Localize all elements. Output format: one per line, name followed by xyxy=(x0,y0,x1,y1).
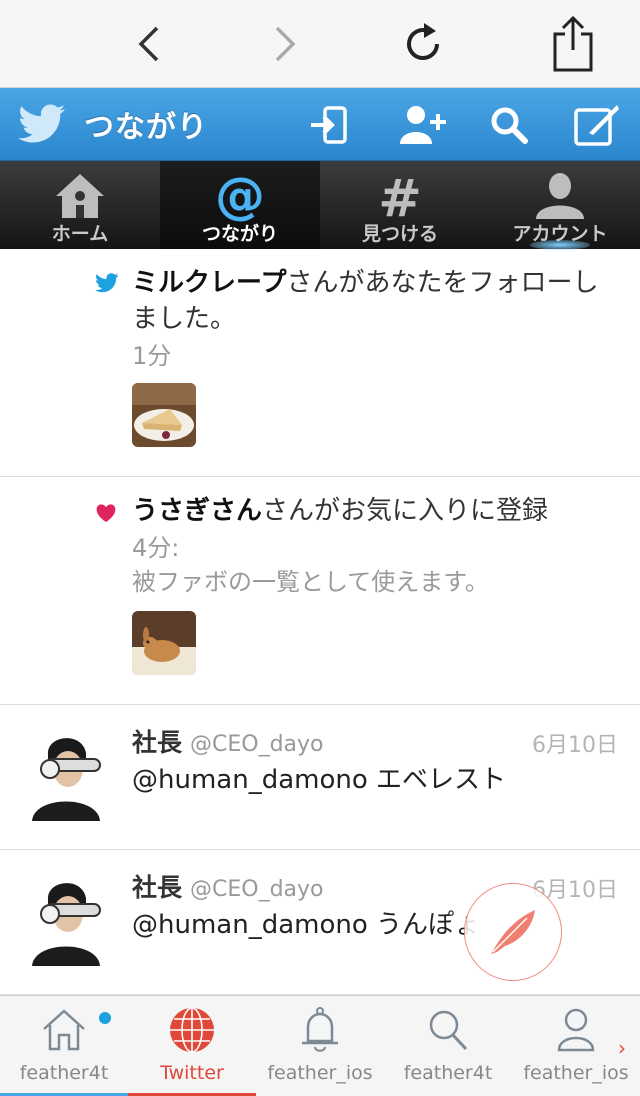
activity-time: 1分 xyxy=(132,342,172,370)
user-thumbnail[interactable] xyxy=(132,383,196,447)
compose-button[interactable] xyxy=(572,100,622,150)
author-handle: @CEO_dayo xyxy=(190,732,324,757)
tweet-author[interactable]: 社長 @CEO_dayo xyxy=(132,868,324,904)
svg-text:#: # xyxy=(378,172,422,220)
activity-user[interactable]: うさぎさん xyxy=(132,496,262,526)
at-icon: @ xyxy=(160,170,320,222)
add-user-icon xyxy=(400,106,446,144)
author-name: 社長 xyxy=(132,873,183,902)
login-icon xyxy=(311,106,347,144)
tab-connect-label: つながり xyxy=(201,223,278,245)
chevron-right-icon xyxy=(275,26,296,62)
hashtag-icon: # xyxy=(320,171,480,221)
browser-toolbar xyxy=(0,0,640,88)
user-thumbnail[interactable] xyxy=(132,611,196,675)
tweet-author[interactable]: 社長 @CEO_dayo xyxy=(132,723,324,759)
bottom-tab-label: feather4t xyxy=(403,1062,493,1084)
twitter-bird-icon xyxy=(18,104,66,148)
globe-icon xyxy=(128,1004,256,1056)
bottom-tab-feather4t-search[interactable]: feather4t xyxy=(384,996,512,1096)
add-user-button[interactable] xyxy=(398,100,448,150)
compose-icon xyxy=(574,105,619,146)
chevron-right-icon[interactable]: › xyxy=(618,1036,626,1060)
chevron-left-icon xyxy=(138,26,159,62)
twitter-bird-icon xyxy=(95,273,119,297)
tweet-date: 6月10日 xyxy=(532,733,618,758)
tweet-text: @human_damono エベレスト xyxy=(132,765,507,795)
login-button[interactable] xyxy=(304,100,354,150)
activity-text: うさぎさんさんがお気に入りに登録 xyxy=(132,493,622,529)
bottom-tab-label: feather_ios xyxy=(523,1062,629,1084)
home-outline-icon xyxy=(0,1004,128,1056)
bottom-tab-twitter[interactable]: Twitter xyxy=(128,996,256,1096)
bottom-tab-label: feather_ios xyxy=(267,1062,373,1084)
tab-home-label: ホーム xyxy=(51,223,109,245)
activity-user[interactable]: ミルクレープ xyxy=(132,268,286,298)
search-button[interactable] xyxy=(484,100,534,150)
share-icon xyxy=(553,16,593,72)
reload-icon xyxy=(407,23,439,60)
home-icon xyxy=(0,171,160,221)
app-header: つながり xyxy=(0,88,640,161)
list-item[interactable]: うさぎさんさんがお気に入りに登録 4分: 被ファボの一覧として使えます。 xyxy=(0,477,640,705)
floating-compose-button[interactable] xyxy=(464,883,562,981)
author-name: 社長 xyxy=(132,728,183,757)
bottom-tab-feather-ios[interactable]: feather_ios xyxy=(256,996,384,1096)
timeline[interactable]: ミルクレープさんがあなたをフォローしました。 1分 うさぎさんさんがお気に入りに… xyxy=(0,249,640,995)
bottom-tab-label: Twitter xyxy=(160,1062,224,1084)
bottom-nav: feather4t Twitter feather_ios feather4t … xyxy=(0,995,640,1096)
search-outline-icon xyxy=(384,1004,512,1056)
activity-text: ミルクレープさんがあなたをフォローしました。 xyxy=(132,265,622,337)
tab-account[interactable]: アカウント xyxy=(480,161,640,249)
svg-text:@: @ xyxy=(215,170,265,222)
tweet-row[interactable]: 社長 @CEO_dayo 6月10日 @human_damono エベレスト xyxy=(0,705,640,850)
tab-discover-label: 見つける xyxy=(361,223,438,245)
author-handle: @CEO_dayo xyxy=(190,877,324,902)
tab-home[interactable]: ホーム xyxy=(0,161,160,249)
favorited-tweet-text: 被ファボの一覧として使えます。 xyxy=(132,568,489,596)
bottom-tab-label: feather4t xyxy=(19,1062,109,1084)
avatar[interactable] xyxy=(26,725,106,821)
heart-icon xyxy=(95,503,117,527)
tab-bar: ホーム @ つながり # 見つける アカウント xyxy=(0,161,640,249)
tab-connect[interactable]: @ つながり xyxy=(160,161,320,249)
forward-button[interactable] xyxy=(254,14,314,74)
tab-discover[interactable]: # 見つける xyxy=(320,161,480,249)
tweet-text: @human_damono うんぽょ xyxy=(132,910,481,940)
bottom-tab-feather4t[interactable]: feather4t xyxy=(0,996,128,1096)
back-button[interactable] xyxy=(120,14,180,74)
avatar[interactable] xyxy=(26,870,106,966)
reload-button[interactable] xyxy=(394,14,454,74)
search-icon xyxy=(491,107,528,144)
page-title: つながり xyxy=(84,110,208,145)
bell-icon xyxy=(256,1004,384,1056)
list-item[interactable]: ミルクレープさんがあなたをフォローしました。 1分 xyxy=(0,249,640,477)
share-button[interactable] xyxy=(543,14,603,74)
feather-icon xyxy=(491,910,535,954)
person-icon xyxy=(480,171,640,221)
unread-badge xyxy=(99,1012,111,1024)
activity-time: 4分: xyxy=(132,534,180,562)
activity-message: さんがお気に入りに登録 xyxy=(262,496,549,526)
